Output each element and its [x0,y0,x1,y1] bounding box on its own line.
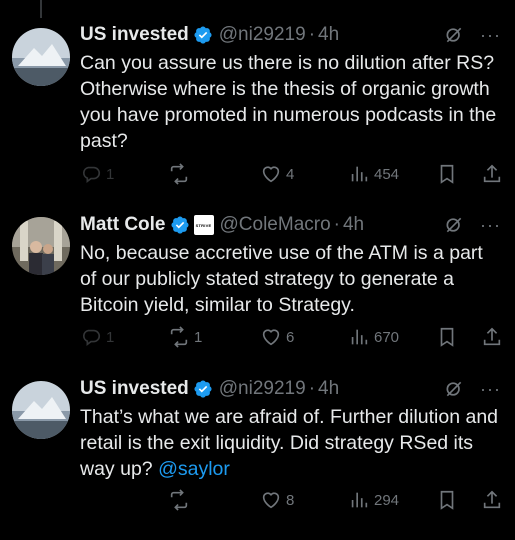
tweet-header: US invested @ni29219 · 4h ··· [80,22,503,48]
display-name[interactable]: US invested [80,378,189,400]
share-button[interactable] [481,487,503,513]
views-button[interactable]: 454 [348,161,399,187]
reply-count: 1 [106,328,115,346]
like-button[interactable]: 6 [260,324,294,350]
tweet-text-content: That’s what we are afraid of. Further di… [80,406,499,480]
separator-dot: · [333,214,340,235]
tweet-actions: 1 4 454 [0,161,515,187]
display-name[interactable]: Matt Cole [80,214,166,236]
mention-link[interactable]: @saylor [158,458,230,480]
retweet-button[interactable] [168,487,194,513]
tweet-header: US invested @ni29219 · 4h ··· [80,376,503,402]
more-icon[interactable]: ··· [480,216,501,234]
more-icon[interactable]: ··· [480,26,501,44]
like-button[interactable]: 8 [260,487,294,513]
user-handle[interactable]: @ni29219 [219,378,306,400]
timestamp[interactable]: 4h [318,24,339,46]
separator-dot: · [308,378,316,399]
tweet-text-content: No, because accretive use of the ATM is … [80,242,483,316]
views-button[interactable]: 670 [348,324,399,350]
bookmark-button[interactable] [436,161,458,187]
more-icon[interactable]: ··· [480,380,501,398]
share-button[interactable] [481,324,503,350]
grok-icon[interactable] [444,215,464,235]
user-handle[interactable]: @ColeMacro [220,214,331,236]
like-button[interactable]: 4 [260,161,294,187]
separator-dot: · [308,24,316,45]
reply-button[interactable]: 1 [80,161,114,187]
user-handle[interactable]: @ni29219 [219,24,306,46]
reply-count: 1 [106,165,115,183]
grok-icon[interactable] [444,379,464,399]
view-count: 670 [374,328,400,346]
avatar[interactable] [12,381,70,439]
tweet-text: No, because accretive use of the ATM is … [80,240,501,318]
like-count: 4 [286,165,295,183]
reply-button[interactable] [80,487,84,513]
verified-badge-icon [170,215,190,235]
retweet-count: 1 [194,328,203,346]
timestamp[interactable]: 4h [343,214,364,236]
reply-button[interactable]: 1 [80,324,114,350]
tweet-header: Matt Cole STRIVE @ColeMacro · 4h ··· [80,212,503,238]
share-button[interactable] [481,161,503,187]
like-count: 8 [286,491,295,509]
tweet-text-content: Can you assure us there is no dilution a… [80,52,497,152]
view-count: 294 [374,491,400,509]
bookmark-button[interactable] [436,324,458,350]
tweet-text: That’s what we are afraid of. Further di… [80,404,501,482]
views-button[interactable]: 294 [348,487,399,513]
verified-badge-icon [193,379,213,399]
thread-connector-line [40,0,42,18]
display-name[interactable]: US invested [80,24,189,46]
tweet-actions: 1 1 6 670 [0,324,515,350]
avatar[interactable] [12,217,70,275]
tweet-actions: 8 294 [0,487,515,513]
tweet-text: Can you assure us there is no dilution a… [80,50,501,154]
avatar[interactable] [12,28,70,86]
retweet-button[interactable]: 1 [168,324,202,350]
verified-badge-icon [193,25,213,45]
retweet-button[interactable] [168,161,194,187]
timestamp[interactable]: 4h [318,378,339,400]
grok-icon[interactable] [444,25,464,45]
bookmark-button[interactable] [436,487,458,513]
affiliation-badge[interactable]: STRIVE [193,215,214,235]
like-count: 6 [286,328,295,346]
view-count: 454 [374,165,400,183]
